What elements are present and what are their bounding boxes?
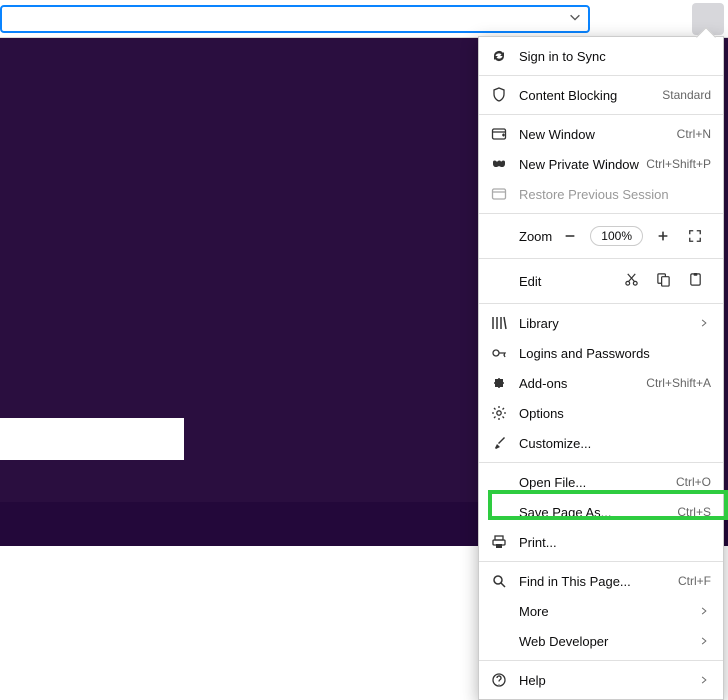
help-icon — [491, 672, 507, 688]
menu-logins[interactable]: Logins and Passwords — [479, 338, 723, 368]
separator — [479, 75, 723, 76]
menu-label: Restore Previous Session — [519, 187, 711, 202]
print-icon — [491, 534, 507, 550]
app-menu: Sign in to Sync Content Blocking Standar… — [478, 36, 724, 700]
menu-shortcut: Ctrl+Shift+P — [646, 157, 711, 171]
menu-more[interactable]: More — [479, 596, 723, 626]
separator — [479, 258, 723, 259]
separator — [479, 561, 723, 562]
menu-zoom-row: Zoom 100% — [479, 218, 723, 254]
menu-content-blocking[interactable]: Content Blocking Standard — [479, 80, 723, 110]
menu-open-file[interactable]: Open File... Ctrl+O — [479, 467, 723, 497]
menu-label: Library — [519, 316, 699, 331]
menu-label: More — [519, 604, 699, 619]
account-button[interactable] — [660, 3, 692, 35]
menu-label: Options — [519, 406, 711, 421]
chevron-right-icon — [699, 604, 711, 619]
window-icon — [491, 126, 507, 142]
copy-icon — [656, 272, 671, 290]
zoom-value[interactable]: 100% — [590, 226, 643, 246]
url-bar[interactable] — [0, 5, 590, 33]
sync-icon — [491, 48, 507, 64]
dropdown-icon[interactable] — [568, 10, 582, 27]
menu-web-developer[interactable]: Web Developer — [479, 626, 723, 656]
menu-label: Logins and Passwords — [519, 346, 711, 361]
menu-label: Content Blocking — [519, 88, 662, 103]
menu-label: Customize... — [519, 436, 711, 451]
menu-addons[interactable]: Add-ons Ctrl+Shift+A — [479, 368, 723, 398]
gear-icon — [491, 405, 507, 421]
chevron-right-icon — [699, 673, 711, 688]
paste-button[interactable] — [679, 267, 711, 295]
separator — [479, 303, 723, 304]
menu-label: New Window — [519, 127, 677, 142]
separator — [479, 462, 723, 463]
menu-label: Help — [519, 673, 699, 688]
key-icon — [491, 345, 507, 361]
menu-label: Add-ons — [519, 376, 646, 391]
menu-shortcut: Ctrl+O — [676, 475, 711, 489]
menu-label: Find in This Page... — [519, 574, 678, 589]
edit-label: Edit — [491, 274, 551, 289]
menu-options[interactable]: Options — [479, 398, 723, 428]
menu-help[interactable]: Help — [479, 665, 723, 695]
menu-label: Save Page As... — [519, 505, 677, 520]
menu-label: Sign in to Sync — [519, 49, 711, 64]
cut-button[interactable] — [615, 267, 647, 295]
search-icon — [491, 573, 507, 589]
menu-new-window[interactable]: New Window Ctrl+N — [479, 119, 723, 149]
zoom-in-button[interactable] — [647, 222, 679, 250]
menu-customize[interactable]: Customize... — [479, 428, 723, 458]
menu-edit-row: Edit — [479, 263, 723, 299]
white-box — [0, 418, 184, 460]
sidebar-button[interactable] — [628, 3, 660, 35]
fullscreen-button[interactable] — [679, 222, 711, 250]
chevron-right-icon — [699, 634, 711, 649]
menu-library[interactable]: Library — [479, 308, 723, 338]
puzzle-icon — [491, 375, 507, 391]
chevron-right-icon — [699, 316, 711, 331]
zoom-label: Zoom — [491, 229, 551, 244]
menu-label: New Private Window — [519, 157, 646, 172]
library-button[interactable] — [596, 3, 628, 35]
menu-restore-session: Restore Previous Session — [479, 179, 723, 209]
paste-icon — [688, 272, 703, 290]
zoom-out-button[interactable] — [554, 222, 586, 250]
library-icon — [491, 315, 507, 331]
menu-shortcut: Ctrl+F — [678, 574, 711, 588]
menu-value: Standard — [662, 88, 711, 102]
mask-icon — [491, 156, 507, 172]
separator — [479, 114, 723, 115]
menu-shortcut: Ctrl+N — [677, 127, 711, 141]
menu-shortcut: Ctrl+Shift+A — [646, 376, 711, 390]
menu-print[interactable]: Print... — [479, 527, 723, 557]
cut-icon — [624, 272, 639, 290]
restore-icon — [491, 186, 507, 202]
browser-toolbar — [0, 0, 728, 38]
menu-shortcut: Ctrl+S — [677, 505, 711, 519]
brush-icon — [491, 435, 507, 451]
shield-icon — [491, 87, 507, 103]
menu-save-page[interactable]: Save Page As... Ctrl+S — [479, 497, 723, 527]
menu-sign-in[interactable]: Sign in to Sync — [479, 41, 723, 71]
menu-label: Open File... — [519, 475, 676, 490]
copy-button[interactable] — [647, 267, 679, 295]
menu-label: Print... — [519, 535, 711, 550]
menu-find[interactable]: Find in This Page... Ctrl+F — [479, 566, 723, 596]
menu-label: Web Developer — [519, 634, 699, 649]
separator — [479, 660, 723, 661]
menu-new-private-window[interactable]: New Private Window Ctrl+Shift+P — [479, 149, 723, 179]
separator — [479, 213, 723, 214]
